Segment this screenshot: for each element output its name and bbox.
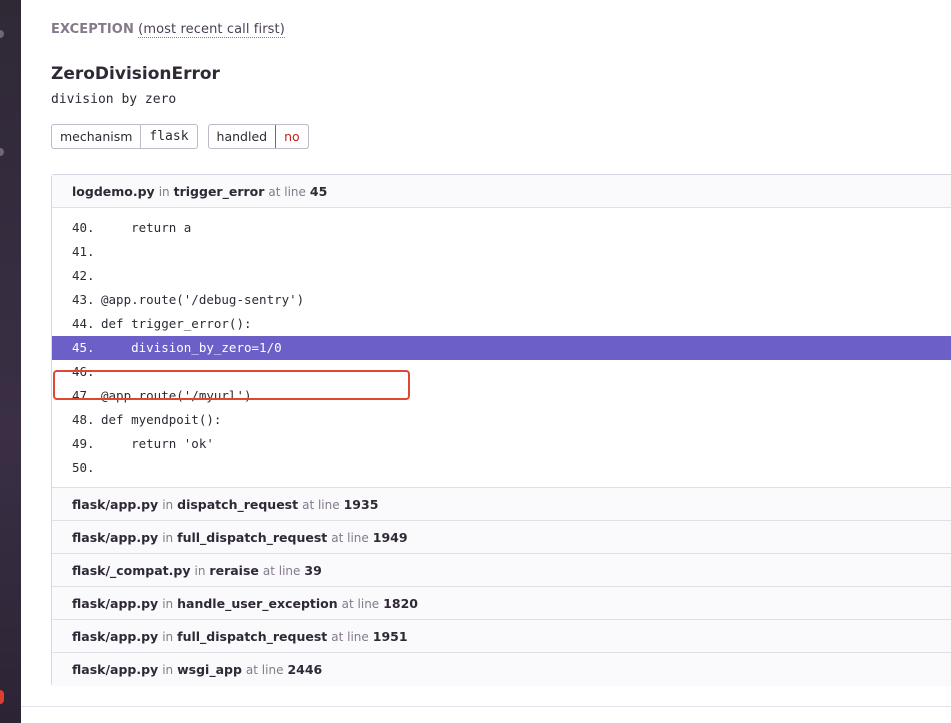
frame-row[interactable]: flask/app.py in handle_user_exception at…: [52, 587, 951, 620]
frame-function: wsgi_app: [177, 662, 242, 677]
tag-handled[interactable]: handled no: [207, 124, 309, 149]
sidebar-nav-icon[interactable]: [0, 148, 4, 156]
frame-line-number: 1951: [372, 629, 408, 644]
frame-filename: flask/app.py: [72, 530, 159, 545]
tag-key: handled: [216, 129, 268, 144]
frame-line-number: 45: [309, 184, 328, 199]
code-line: 41.: [72, 244, 95, 259]
frame-filename: flask/app.py: [72, 497, 159, 512]
exception-type: ZeroDivisionError: [51, 64, 220, 84]
code-line: 46.: [72, 364, 95, 379]
frame-row[interactable]: flask/app.py in full_dispatch_request at…: [52, 620, 951, 653]
frame-filename: flask/_compat.py: [72, 563, 191, 578]
code-line: 44. def trigger_error():: [72, 316, 252, 331]
tag-mechanism[interactable]: mechanism flask: [51, 124, 198, 149]
frame-function: handle_user_exception: [177, 596, 338, 611]
exception-tags: mechanism flask handled no: [51, 124, 309, 149]
code-context: 40. return a 41. 42. 43. @app.route('/deb…: [52, 208, 951, 488]
frame-row[interactable]: flask/app.py in dispatch_request at line…: [52, 488, 951, 521]
code-line: 40. return a: [72, 220, 192, 235]
frame-line-number: 1935: [343, 497, 379, 512]
frame-filename: flask/app.py: [72, 596, 159, 611]
exception-section-title: EXCEPTION (most recent call first): [51, 22, 285, 38]
section-subheading[interactable]: (most recent call first): [138, 22, 285, 38]
frame-function: full_dispatch_request: [177, 530, 328, 545]
frame-line-number: 1820: [383, 596, 418, 611]
frame-header-expanded[interactable]: logdemo.py in trigger_error at line 45: [52, 175, 951, 208]
code-line: 50.: [72, 460, 95, 475]
frame-at-line-label: at line: [268, 185, 306, 199]
frame-function: reraise: [209, 563, 259, 578]
code-line: 42.: [72, 268, 95, 283]
tag-value: flask: [140, 125, 196, 148]
section-heading: EXCEPTION: [51, 22, 134, 37]
frame-filename: flask/app.py: [72, 629, 159, 644]
frame-function: trigger_error: [173, 184, 265, 199]
sidebar-alert-indicator[interactable]: [0, 690, 4, 704]
sidebar: [0, 0, 21, 723]
frame-line-number: 2446: [287, 662, 323, 677]
frame-function: dispatch_request: [177, 497, 299, 512]
frame-filename: logdemo.py: [72, 184, 155, 199]
tag-value: no: [275, 125, 308, 148]
exception-value: division by zero: [51, 92, 177, 107]
event-content: EXCEPTION (most recent call first) ZeroD…: [21, 0, 951, 723]
tag-key: mechanism: [60, 129, 133, 144]
frame-line-number: 1949: [372, 530, 408, 545]
code-line: 49. return 'ok': [72, 436, 214, 451]
frame-in-label: in: [158, 185, 170, 199]
frame-row[interactable]: flask/_compat.py in reraise at line 39: [52, 554, 951, 587]
code-line: 47. @app.route('/myurl'): [72, 388, 252, 403]
stack-trace: logdemo.py in trigger_error at line 45 4…: [51, 174, 951, 686]
code-line: 48. def myendpoit():: [72, 412, 222, 427]
frame-line-number: 39: [304, 563, 322, 578]
frame-function: full_dispatch_request: [177, 629, 328, 644]
code-line-active: 45. division_by_zero=1/0: [52, 336, 951, 360]
sidebar-nav-icon[interactable]: [0, 30, 4, 38]
frame-row[interactable]: flask/app.py in full_dispatch_request at…: [52, 521, 951, 554]
frame-row[interactable]: flask/app.py in wsgi_app at line 2446: [52, 653, 951, 686]
frame-filename: flask/app.py: [72, 662, 159, 677]
code-line: 43. @app.route('/debug-sentry'): [72, 292, 305, 307]
divider: [21, 706, 951, 707]
